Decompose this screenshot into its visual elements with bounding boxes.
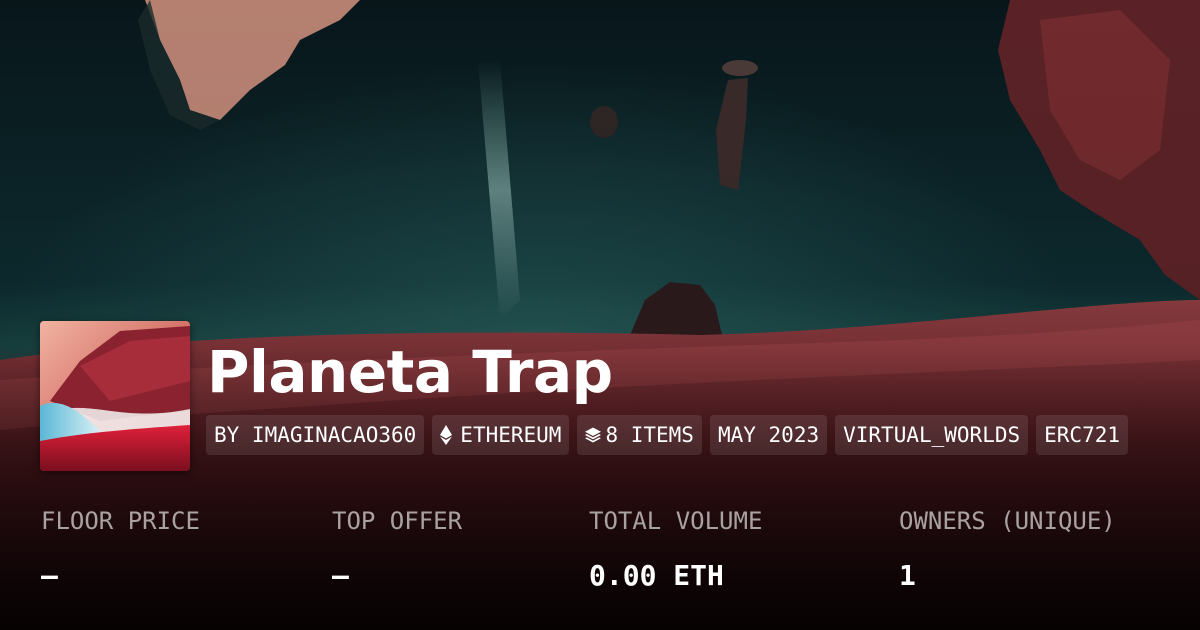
created-date-tag-label: MAY 2023 (717, 423, 820, 447)
total-volume-stat: TOTAL VOLUME 0.00 ETH (589, 505, 762, 593)
top-offer-stat: TOP OFFER – (332, 505, 462, 593)
collection-title: Planeta Trap (207, 338, 613, 406)
floor-price-stat: FLOOR PRICE – (41, 505, 200, 593)
collection-avatar (40, 321, 190, 471)
created-date-tag: MAY 2023 (709, 415, 828, 455)
creator-tag[interactable]: BY IMAGINACAO360 (206, 415, 425, 455)
floor-price-label: FLOOR PRICE (41, 507, 200, 535)
top-offer-value: – (332, 559, 349, 592)
owners-label: OWNERS (UNIQUE) (899, 507, 1116, 535)
total-volume-value: 0.00 ETH (589, 559, 724, 592)
ethereum-icon (440, 425, 456, 445)
floor-price-value: – (41, 559, 58, 592)
chain-tag[interactable]: ETHEREUM (432, 415, 570, 455)
creator-tag-label: BY IMAGINACAO360 (214, 423, 417, 447)
category-tag-label: VIRTUAL_WORLDS (843, 423, 1021, 447)
token-standard-tag: ERC721 (1036, 415, 1128, 455)
items-count-tag-label: 8 ITEMS (605, 423, 694, 447)
total-volume-label: TOTAL VOLUME (589, 507, 763, 535)
owners-value: 1 (899, 559, 916, 592)
top-offer-label: TOP OFFER (332, 507, 463, 535)
owners-stat: OWNERS (UNIQUE) 1 (899, 505, 1116, 593)
category-tag[interactable]: VIRTUAL_WORLDS (835, 415, 1029, 455)
items-count-tag[interactable]: 8 ITEMS (577, 415, 702, 455)
token-standard-tag-label: ERC721 (1044, 423, 1120, 447)
chain-tag-label: ETHEREUM (460, 423, 562, 447)
layers-icon (585, 425, 602, 445)
collection-preview-card: Planeta Trap BY IMAGINACAO360 ETHEREUM 8… (0, 0, 1200, 630)
collection-tags: BY IMAGINACAO360 ETHEREUM 8 ITEMS MAY 20… (206, 415, 1128, 455)
